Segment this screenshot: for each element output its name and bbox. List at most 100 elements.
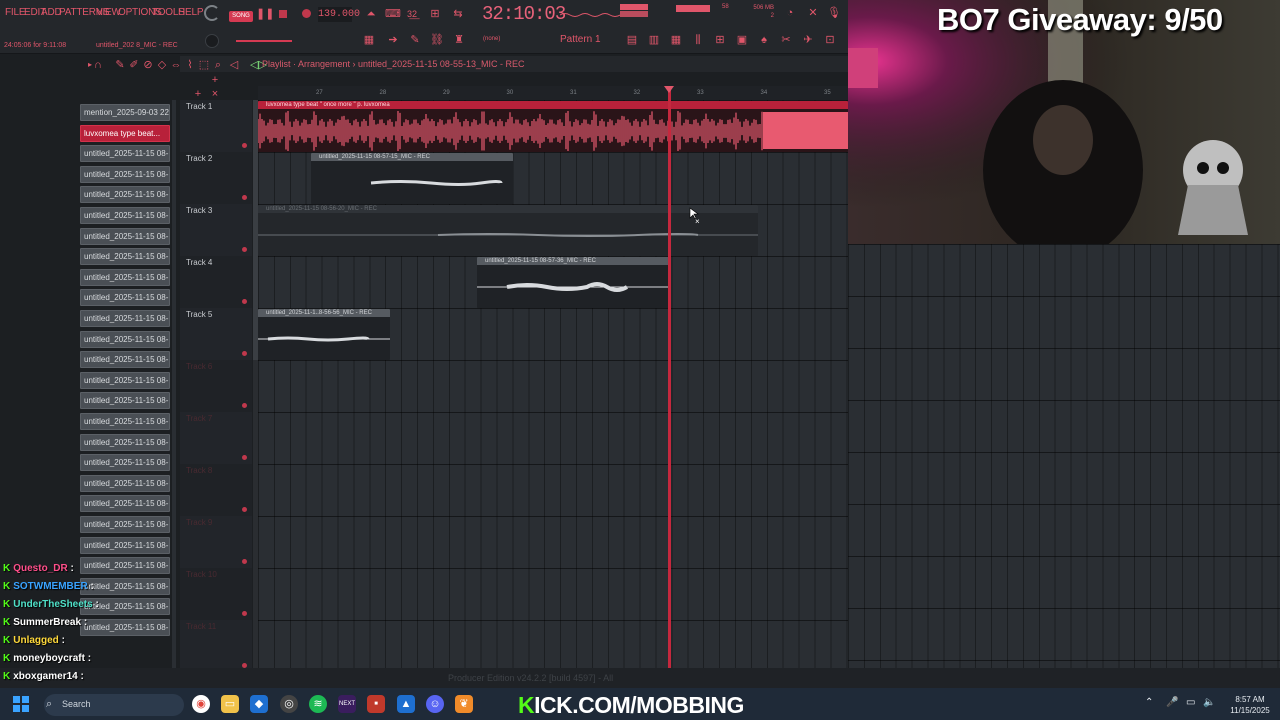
draw-tool-icon[interactable]: ✎	[113, 58, 127, 72]
menu-help[interactable]: HELP	[178, 7, 204, 18]
chevron-up-icon[interactable]: ⌃	[1145, 697, 1153, 708]
volume-icon[interactable]: 🔈	[1203, 697, 1215, 708]
track-mute-led[interactable]	[242, 351, 247, 356]
track-mute-led[interactable]	[242, 403, 247, 408]
paint-tool-icon[interactable]: ✐	[127, 58, 141, 72]
browser-item[interactable]: mention_2025-09-03 22...	[80, 104, 170, 121]
audio-clip[interactable]: untitled_2025-11-15 08-57-36_MIC - REC	[477, 257, 671, 308]
master-pitch-knob[interactable]	[205, 34, 219, 48]
playhead[interactable]	[668, 86, 671, 668]
panic-icon[interactable]: ✕	[806, 6, 820, 20]
network-icon[interactable]: ▭	[1186, 697, 1195, 708]
close-small-icon[interactable]: ×	[208, 87, 222, 101]
browser-item[interactable]: untitled_2025-11-15 08-...	[80, 371, 170, 389]
pattern-selector[interactable]: Pattern 1	[560, 33, 606, 47]
delete-tool-icon[interactable]: ⊘	[141, 58, 155, 72]
chrome-icon[interactable]: ◉	[192, 695, 210, 713]
browser-item[interactable]: untitled_2025-11-15 08-...	[80, 433, 170, 451]
playlist-grid-extension[interactable]	[848, 244, 1280, 668]
microphone-tray-icon[interactable]: 🎤	[1166, 697, 1178, 708]
browser-item[interactable]: untitled_2025-11-15 08-...	[80, 454, 170, 472]
master-volume-slider[interactable]	[236, 40, 292, 42]
microphone-icon[interactable]: 🎙	[827, 6, 841, 20]
browser-item[interactable]: untitled_2025-11-15 08-...	[80, 186, 170, 204]
track-mute-led[interactable]	[242, 559, 247, 564]
browser-item[interactable]: untitled_2025-11-15 08-...	[80, 619, 170, 636]
metronome-icon[interactable]: ⏶	[364, 7, 378, 21]
browser-item[interactable]: untitled_2025-11-15 08-...	[80, 516, 170, 533]
track-color-strip[interactable]	[253, 152, 258, 204]
browser-item[interactable]: untitled_2025-11-15 08-...	[80, 413, 170, 430]
add-track-icon[interactable]: +	[208, 73, 222, 87]
browser-item[interactable]: untitled_2025-11-15 08-...	[80, 330, 170, 348]
browser-item[interactable]: untitled_2025-11-15 08-...	[80, 145, 170, 163]
browser-item[interactable]: untitled_2025-11-15 08-...	[80, 310, 170, 327]
audio-clip[interactable]: untitled_2025-11-15 08-57-15_MIC - REC	[311, 153, 513, 204]
browser-item[interactable]: untitled_2025-11-15 08-...	[80, 495, 170, 513]
file-explorer-icon[interactable]: ▭	[221, 695, 239, 713]
pause-icon[interactable]: ❚❚	[256, 7, 274, 21]
windows-start-icon[interactable]	[13, 696, 29, 712]
track-mute-led[interactable]	[242, 455, 247, 460]
channel-rack-icon[interactable]: ▦	[669, 33, 683, 47]
audio-clip[interactable]: untitled_2025-11-1..8-56-56_MIC - REC	[258, 309, 390, 360]
browser-icon[interactable]: ⊞	[713, 33, 727, 47]
snap-icon[interactable]: ▦	[362, 33, 376, 47]
stop-icon[interactable]	[279, 10, 287, 18]
app-red-icon[interactable]: ■	[367, 695, 385, 713]
track-color-strip[interactable]	[253, 412, 258, 464]
track-color-strip[interactable]	[253, 568, 258, 620]
discord-icon[interactable]: ☺	[426, 695, 444, 713]
track-mute-led[interactable]	[242, 611, 247, 616]
record-icon[interactable]	[302, 9, 311, 18]
wrench-icon[interactable]: ✈	[801, 33, 815, 47]
browser-item[interactable]: untitled_2025-11-15 08-...	[80, 351, 170, 369]
obs-icon[interactable]: ◎	[280, 695, 298, 713]
countdown-icon[interactable]: 3̲2̲	[405, 7, 419, 21]
browser-item[interactable]: untitled_2025-11-15 08-...	[80, 536, 170, 554]
plugin-icon[interactable]: ▣	[735, 33, 749, 47]
select-tool-icon[interactable]: ⬚	[197, 58, 211, 72]
playback-tool-icon[interactable]: ◁	[227, 58, 241, 72]
playhead-marker[interactable]	[664, 86, 674, 93]
slip-tool-icon[interactable]: ⇔	[169, 58, 183, 72]
cpu-icon[interactable]: ◔	[783, 6, 797, 20]
arrow-right-icon[interactable]: ➔	[386, 33, 400, 47]
spotify-icon[interactable]: ≋	[309, 695, 327, 713]
browser-item[interactable]: untitled_2025-11-15 08-...	[80, 248, 170, 266]
track-mute-led[interactable]	[242, 299, 247, 304]
loop-record-icon[interactable]: ⇆	[451, 7, 465, 21]
wait-input-icon[interactable]: ⌨	[385, 7, 401, 21]
edison-icon[interactable]: ✂	[779, 33, 793, 47]
pencil-icon[interactable]: ✎	[408, 33, 422, 47]
taskbar-clock[interactable]: 8:57 AM 11/15/2025	[1222, 694, 1278, 716]
menu-file[interactable]: FILE	[5, 7, 26, 18]
mixer-icon[interactable]: ⫼	[691, 33, 705, 47]
browser-scrollbar[interactable]	[172, 100, 176, 668]
mute-tool-icon[interactable]: ◇	[155, 58, 169, 72]
track-color-strip[interactable]	[253, 256, 258, 308]
browser-item[interactable]: untitled_2025-11-15 08-...	[80, 165, 170, 183]
browser-item[interactable]: untitled_2025-11-15 08-...	[80, 227, 170, 245]
tuner-icon[interactable]: ♠	[757, 33, 771, 47]
browser-item[interactable]: untitled_2025-11-15 08-...	[80, 289, 170, 307]
marker-icon[interactable]: ⊡	[823, 33, 837, 47]
stamp-icon[interactable]: ♜	[452, 33, 466, 47]
piano-roll-icon[interactable]: ▥	[647, 33, 661, 47]
track-mute-led[interactable]	[242, 195, 247, 200]
link-icon[interactable]: ⛓	[430, 33, 444, 47]
track-color-strip[interactable]	[253, 516, 258, 568]
song-mode-button[interactable]: SONG	[229, 11, 253, 22]
browser-item[interactable]: untitled_2025-11-15 08-...	[80, 474, 170, 492]
playlist-icon[interactable]: ▤	[625, 33, 639, 47]
browser-item[interactable]: untitled_2025-11-15 08-...	[80, 268, 170, 286]
audio-clip[interactable]: luvxomea type beat " once more " p. luvx…	[258, 101, 848, 152]
zoom-tool-icon[interactable]: ⌕	[211, 58, 225, 72]
track-color-strip[interactable]	[253, 464, 258, 516]
track-mute-led[interactable]	[242, 247, 247, 252]
snap-selector[interactable]: (none)	[483, 36, 500, 42]
browser-item[interactable]: untitled_2025-11-15 08-...	[80, 557, 170, 575]
tempo-display[interactable]: 139.000	[318, 7, 360, 22]
magnet-icon[interactable]: ∩	[91, 58, 105, 72]
timeline-ruler[interactable]	[258, 86, 848, 100]
